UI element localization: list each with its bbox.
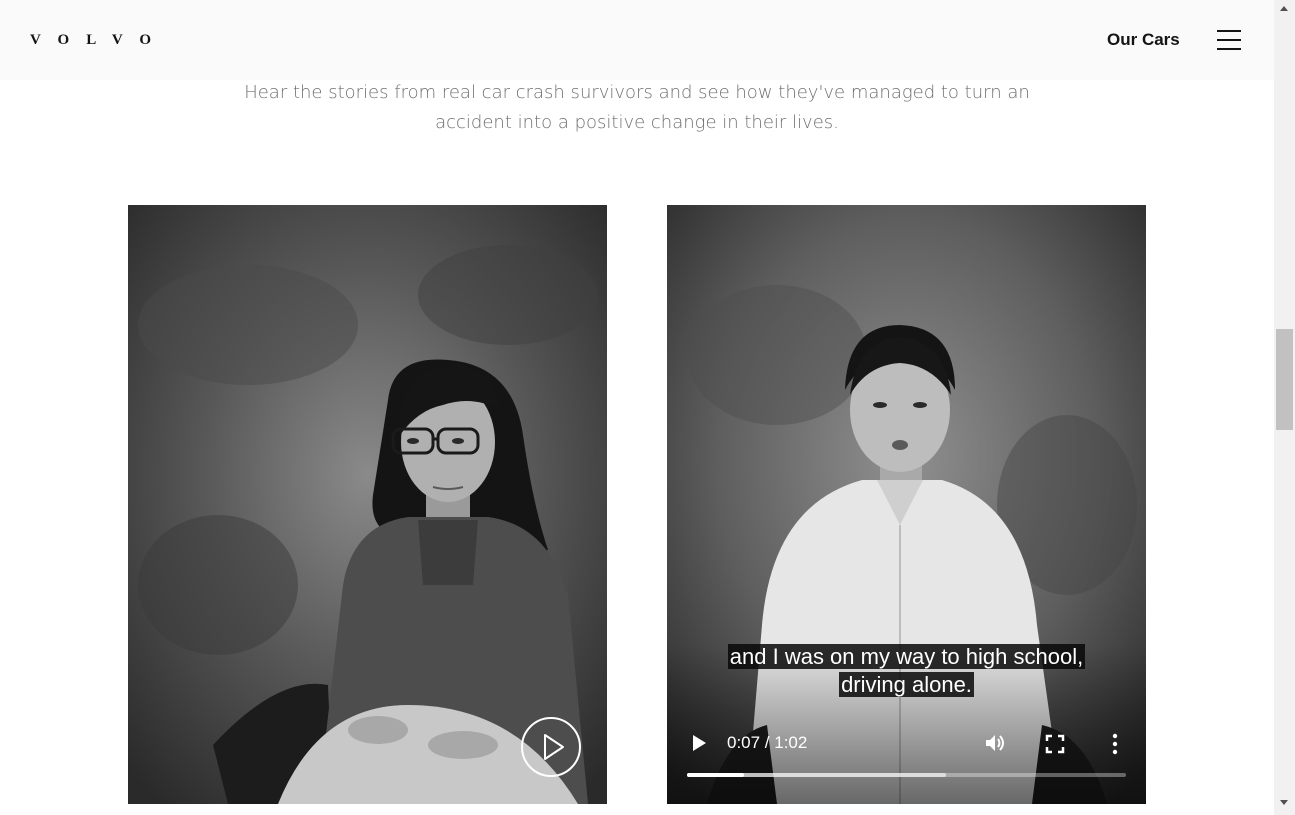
video-played-bar: [687, 773, 744, 777]
volvo-logo[interactable]: VOLVO: [30, 30, 168, 50]
volume-icon[interactable]: [984, 733, 1008, 753]
caption-line-2: driving alone.: [839, 672, 974, 697]
more-options-icon[interactable]: [1107, 733, 1123, 755]
scrollbar-thumb[interactable]: [1276, 329, 1293, 430]
scroll-down-arrow-icon[interactable]: [1280, 800, 1288, 805]
intro-text: Hear the stories from real car crash sur…: [237, 78, 1037, 138]
video-time-display: 0:07 / 1:02: [727, 733, 808, 752]
play-icon[interactable]: [689, 733, 709, 753]
intro-line-1: Hear the stories from real car crash sur…: [244, 82, 1030, 103]
intro-line-2: accident into a positive change in their…: [435, 112, 839, 133]
play-circle-icon[interactable]: [521, 717, 581, 777]
our-cars-link[interactable]: Our Cars: [1107, 28, 1180, 52]
hamburger-icon[interactable]: [1214, 28, 1244, 52]
scroll-up-arrow-icon[interactable]: [1280, 6, 1288, 11]
survivor-portrait-card[interactable]: [128, 205, 607, 804]
survivor-video-player[interactable]: and I was on my way to high school, driv…: [667, 205, 1146, 804]
caption-line-1: and I was on my way to high school,: [727, 644, 1086, 669]
video-caption: and I was on my way to high school, driv…: [667, 643, 1146, 699]
page: VOLVO Our Cars Hear the stories from rea…: [0, 0, 1295, 815]
site-header: VOLVO Our Cars: [0, 0, 1274, 80]
page-scrollbar[interactable]: [1274, 0, 1295, 815]
fullscreen-icon[interactable]: [1045, 734, 1065, 754]
portrait-image: [128, 205, 607, 804]
video-progress-bar[interactable]: [687, 773, 1126, 777]
